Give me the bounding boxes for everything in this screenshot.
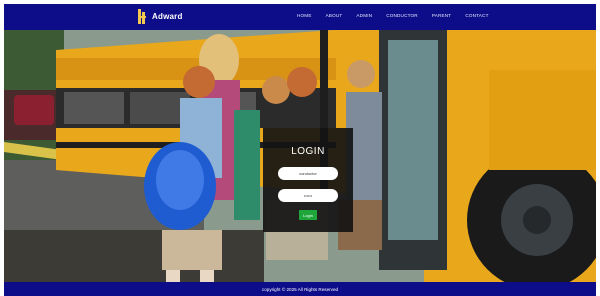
hero-banner: LOGIN Login: [4, 30, 596, 282]
footer: copyright © 2025 All Rights Reserved: [4, 282, 596, 296]
login-button[interactable]: Login: [299, 210, 317, 220]
nav-conductor-link[interactable]: CONDUCTOR: [386, 13, 418, 18]
username-field[interactable]: [278, 167, 338, 180]
nav-admin-link[interactable]: ADMIN: [356, 13, 372, 18]
login-title: LOGIN: [291, 146, 325, 157]
brand[interactable]: Adward: [138, 9, 183, 24]
main-nav: HOME ABOUT ADMIN CONDUCTOR PARENT CONTAC…: [297, 13, 503, 18]
brand-name: Adward: [152, 12, 183, 21]
login-panel: LOGIN Login: [263, 128, 353, 232]
password-field[interactable]: [278, 189, 338, 202]
copyright-text: copyright © 2025 All Rights Reserved: [261, 286, 339, 292]
page-frame: Adward HOME ABOUT ADMIN CONDUCTOR PARENT…: [4, 4, 596, 296]
nav-parent-link[interactable]: PARENT: [432, 13, 452, 18]
nav-home-link[interactable]: HOME: [297, 13, 312, 18]
nav-about-link[interactable]: ABOUT: [326, 13, 343, 18]
nav-contact-link[interactable]: CONTACT: [465, 13, 488, 18]
top-navbar: Adward HOME ABOUT ADMIN CONDUCTOR PARENT…: [4, 4, 596, 30]
bus-logo-icon: [138, 9, 147, 24]
